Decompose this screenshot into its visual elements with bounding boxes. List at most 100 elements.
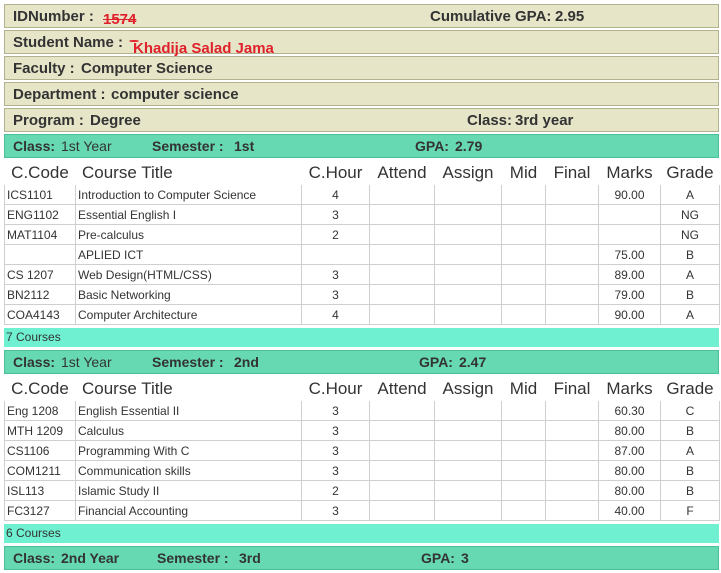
col-header-mid: Mid [509,378,538,398]
course-hour: 3 [301,440,370,461]
course-final [545,184,599,205]
course-hour: 3 [301,400,370,421]
table-row: APLIED ICT 75.00 B [4,244,720,265]
course-mid [501,420,546,441]
course-mid [501,224,546,245]
semester-2-courses-count: 6 Courses [4,524,719,543]
course-hour: 3 [301,500,370,521]
faculty-row: Faculty : Computer Science [4,56,719,80]
semester-2-gpa-label: GPA: [419,354,453,370]
course-hour: 3 [301,420,370,441]
course-attend [369,204,435,225]
course-grade: F [660,500,720,521]
course-hour: 4 [301,304,370,325]
course-grade: B [660,460,720,481]
semester-1-gpa-value: 2.79 [455,138,483,154]
course-code [4,244,76,265]
course-attend [369,500,435,521]
course-assign [434,224,502,245]
course-final [545,224,599,245]
course-title: Calculus [75,420,302,441]
course-final [545,204,599,225]
course-final [545,420,599,441]
col-header-grade: Grade [666,162,714,182]
col-header-code: C.Code [11,162,69,182]
table-row: ICS1101 Introduction to Computer Science 4… [4,184,720,205]
semester-1-class-value: 1st Year [61,138,112,154]
semester-1-semester-value: 1st [234,138,255,154]
semester-1-gpa-label: GPA: [415,138,449,154]
course-grade: B [660,420,720,441]
course-code: COM1211 [4,460,76,481]
course-title: Programming With C [75,440,302,461]
course-assign [434,204,502,225]
semester-3-semester-value: 3rd [239,550,261,566]
course-code: FC3127 [4,500,76,521]
course-mid [501,460,546,481]
course-marks: 79.00 [598,284,661,305]
program-row: Program : Degree Class: 3rd year [4,108,719,132]
course-hour: 2 [301,224,370,245]
course-mid [501,400,546,421]
table-row: COM1211 Communication skills 3 80.00 B [4,460,720,481]
course-hour: 3 [301,284,370,305]
course-marks: 80.00 [598,420,661,441]
course-assign [434,400,502,421]
semester-1-courses-count: 7 Courses [4,328,719,347]
table-row: ISL113 Islamic Study II 2 80.00 B [4,480,720,501]
course-assign [434,244,502,265]
table-row: MAT1104 Pre-calculus 2 NG [4,224,720,245]
faculty-label: Faculty : [13,60,75,77]
course-marks [598,224,661,245]
col-header-final: Final [553,162,591,182]
col-header-assign: Assign [442,378,494,398]
course-grade: A [660,440,720,461]
course-grade: NG [660,204,720,225]
course-attend [369,420,435,441]
semester-1-class-label: Class: [13,138,56,154]
course-marks: 87.00 [598,440,661,461]
col-header-hour: C.Hour [308,162,363,182]
course-code: BN2112 [4,284,76,305]
course-final [545,244,599,265]
department-row: Department : computer science [4,82,719,106]
course-attend [369,224,435,245]
class-year-value: 3rd year [515,112,574,129]
course-final [545,440,599,461]
col-header-mid: Mid [509,162,538,182]
program-label: Program : [13,112,84,129]
course-mid [501,264,546,285]
course-assign [434,480,502,501]
semester-1-header: Class: 1st Year Semester : 1st GPA: 2.79 [4,134,719,158]
course-grade: B [660,480,720,501]
col-header-marks: Marks [606,162,653,182]
course-title: Financial Accounting [75,500,302,521]
course-title: Introduction to Computer Science [75,184,302,205]
col-header-title: Course Title [82,378,173,398]
course-marks: 60.30 [598,400,661,421]
course-code: CS 1207 [4,264,76,285]
table-header-row: C.Code Course Title C.Hour Attend Assign… [5,377,720,401]
course-final [545,460,599,481]
faculty-value: Computer Science [81,60,213,77]
course-assign [434,420,502,441]
semester-1-table: C.Code Course Title C.Hour Attend Assign… [4,160,720,325]
course-title: Essential English I [75,204,302,225]
course-mid [501,440,546,461]
table-row: CS1106 Programming With C 3 87.00 A [4,440,720,461]
course-grade: B [660,244,720,265]
col-header-assign: Assign [442,162,494,182]
course-attend [369,244,435,265]
course-title: Islamic Study II [75,480,302,501]
course-title: Communication skills [75,460,302,481]
program-value: Degree [90,112,141,129]
department-value: computer science [111,86,239,103]
course-marks: 90.00 [598,184,661,205]
course-marks: 80.00 [598,480,661,501]
course-final [545,500,599,521]
course-assign [434,440,502,461]
semester-2-semester-value: 2nd [234,354,259,370]
course-title: Basic Networking [75,284,302,305]
table-row: COA4143 Computer Architecture 4 90.00 A [4,304,720,325]
semester-3-gpa-label: GPA: [421,550,455,566]
